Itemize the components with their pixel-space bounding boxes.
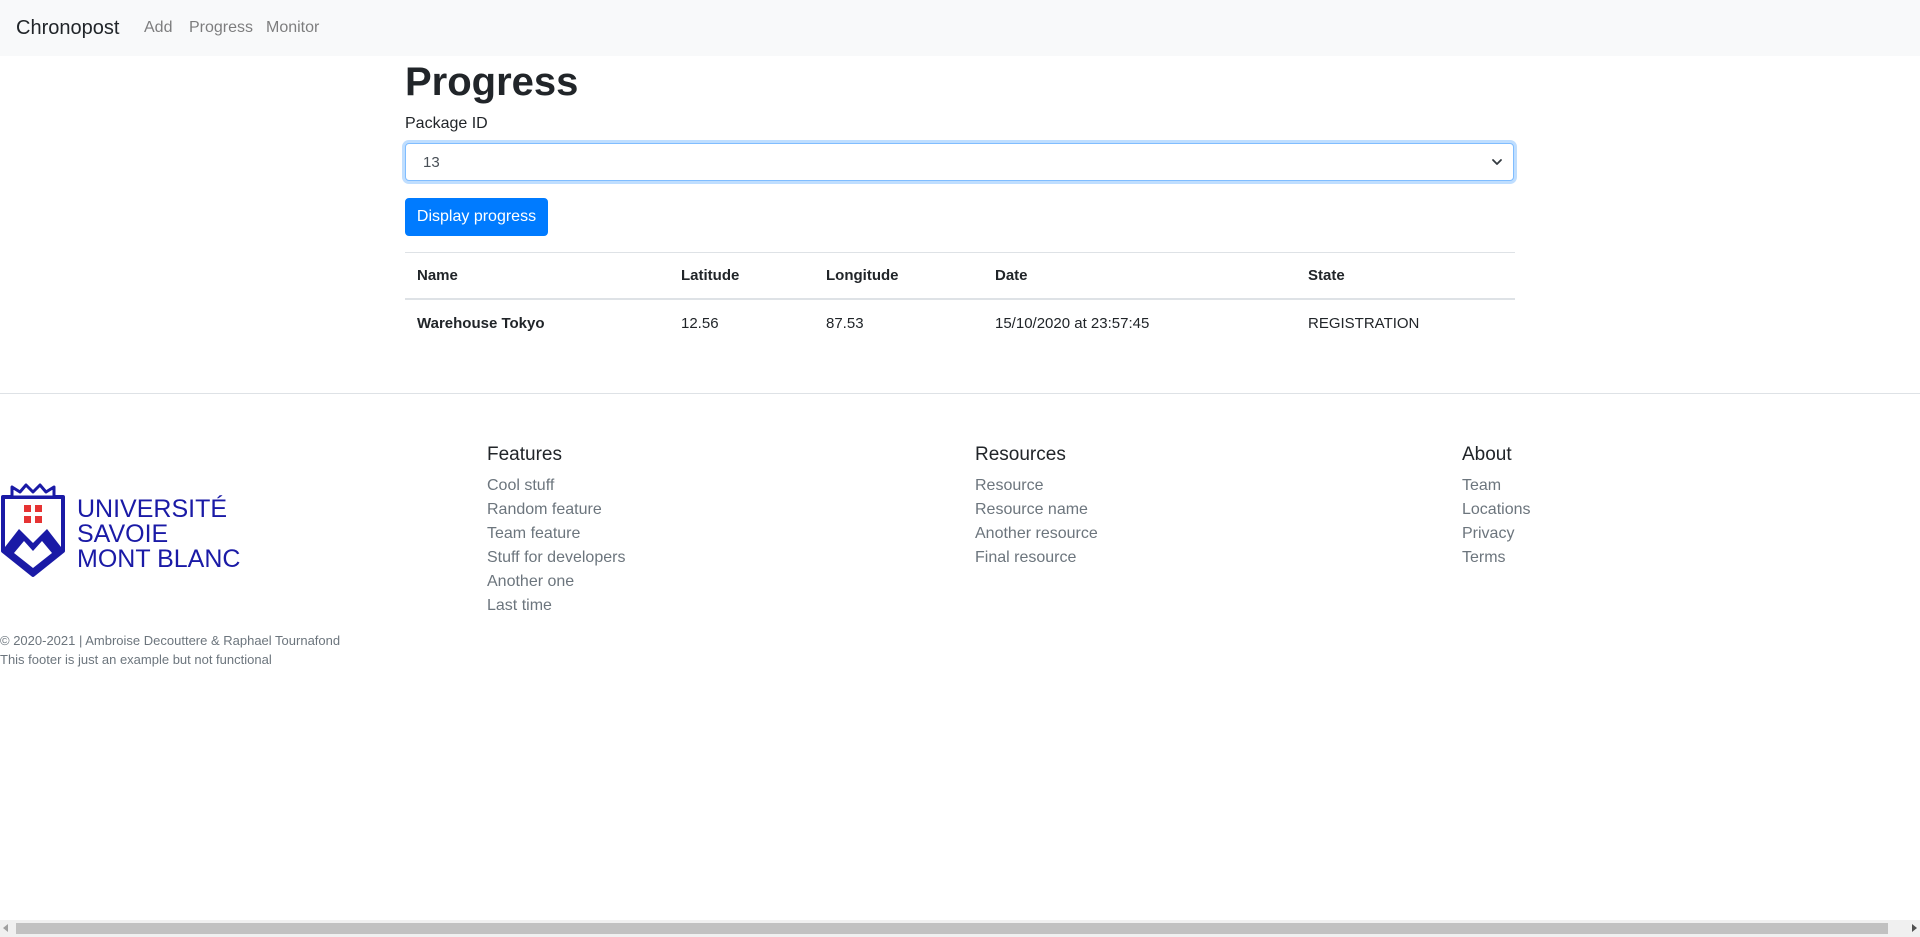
cell-name: Warehouse Tokyo — [417, 314, 545, 332]
footer-link-terms[interactable]: Terms — [1462, 546, 1531, 570]
nav-link-add[interactable]: Add — [144, 18, 172, 38]
footer-divider — [0, 393, 1920, 394]
footer-column-resources: Resources Resource Resource name Another… — [975, 443, 1098, 570]
navbar: Chronopost Add Progress Monitor — [0, 0, 1920, 56]
footer-link-resource-name[interactable]: Resource name — [975, 498, 1098, 522]
footer-link-another-resource[interactable]: Another resource — [975, 522, 1098, 546]
table-row: Warehouse Tokyo 12.56 87.53 15/10/2020 a… — [405, 299, 1515, 347]
cell-state: REGISTRATION — [1308, 314, 1420, 332]
chevron-down-icon — [1492, 159, 1502, 165]
cell-longitude: 87.53 — [826, 314, 864, 332]
column-header-name: Name — [417, 266, 458, 284]
footer-link-locations[interactable]: Locations — [1462, 498, 1531, 522]
footer-link-stuff-for-developers[interactable]: Stuff for developers — [487, 546, 625, 570]
footer-column-features: Features Cool stuff Random feature Team … — [487, 443, 625, 618]
footer-link-resource[interactable]: Resource — [975, 474, 1098, 498]
cell-date: 15/10/2020 at 23:57:45 — [995, 314, 1150, 332]
logo-line-1: UNIVERSITÉ — [77, 494, 227, 523]
display-progress-button[interactable]: Display progress — [405, 198, 548, 236]
logo-line-2: SAVOIE — [77, 520, 168, 548]
cell-latitude: 12.56 — [681, 314, 719, 332]
page-title: Progress — [405, 60, 579, 104]
column-header-state: State — [1308, 266, 1345, 284]
footer-link-team[interactable]: Team — [1462, 474, 1531, 498]
footer-link-last-time[interactable]: Last time — [487, 594, 625, 618]
column-header-date: Date — [995, 266, 1028, 284]
footer-link-privacy[interactable]: Privacy — [1462, 522, 1531, 546]
footer-link-random-feature[interactable]: Random feature — [487, 498, 625, 522]
footer-link-cool-stuff[interactable]: Cool stuff — [487, 474, 625, 498]
package-id-label: Package ID — [405, 115, 488, 132]
footer-note: This footer is just an example but not f… — [0, 652, 272, 667]
nav-link-monitor[interactable]: Monitor — [266, 18, 319, 38]
package-id-select[interactable]: 13 — [405, 143, 1514, 181]
scrollbar-thumb[interactable] — [16, 923, 1888, 934]
horizontal-scrollbar[interactable] — [0, 920, 1920, 937]
column-header-latitude: Latitude — [681, 266, 740, 284]
footer-column-about: About Team Locations Privacy Terms — [1462, 443, 1531, 570]
progress-table: Name Latitude Longitude Date State Wareh… — [405, 252, 1515, 347]
table-header-row: Name Latitude Longitude Date State — [405, 252, 1515, 299]
scroll-left-arrow-icon[interactable] — [3, 924, 8, 932]
footer-copyright: © 2020-2021 | Ambroise Decouttere & Raph… — [0, 631, 340, 669]
university-logo: UNIVERSITÉ SAVOIE MONT BLANC — [1, 483, 240, 577]
copyright-text: © 2020-2021 | Ambroise Decouttere & Raph… — [0, 633, 341, 648]
package-id-selected-value: 13 — [423, 154, 440, 171]
nav-link-progress[interactable]: Progress — [189, 18, 253, 38]
footer-link-another-one[interactable]: Another one — [487, 570, 625, 594]
footer-link-final-resource[interactable]: Final resource — [975, 546, 1098, 570]
university-crest-icon — [1, 483, 65, 577]
logo-line-3: MONT BLANC — [77, 545, 240, 573]
column-header-longitude: Longitude — [826, 266, 899, 284]
footer-heading-about: About — [1462, 444, 1512, 465]
footer-heading-features: Features — [487, 444, 562, 465]
footer-heading-resources: Resources — [975, 444, 1066, 465]
footer-link-team-feature[interactable]: Team feature — [487, 522, 625, 546]
scroll-right-arrow-icon[interactable] — [1912, 924, 1917, 932]
brand-link[interactable]: Chronopost — [16, 16, 119, 40]
